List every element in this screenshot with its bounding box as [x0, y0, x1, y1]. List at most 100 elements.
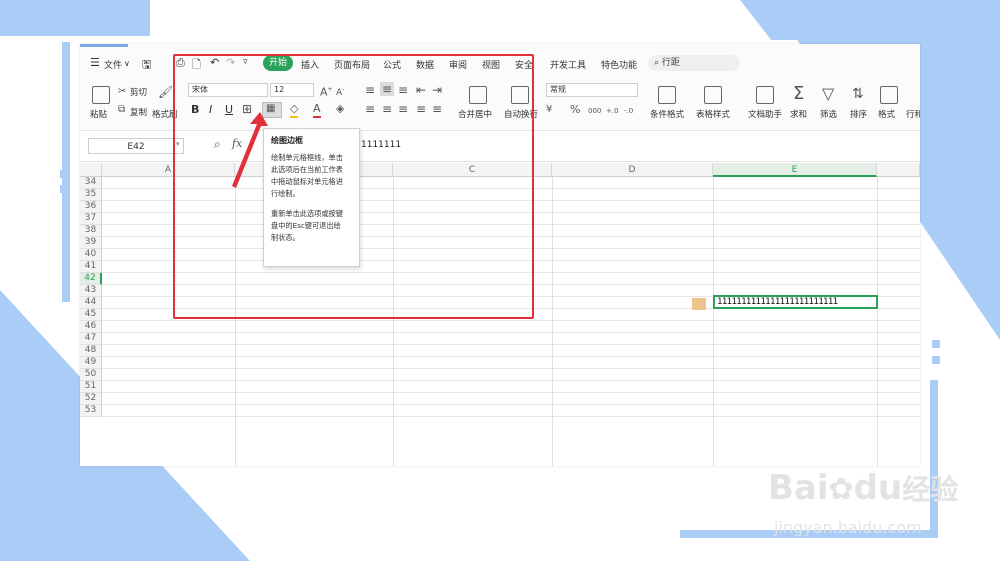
row-header[interactable]: 45	[80, 309, 102, 321]
row-header[interactable]: 39	[80, 237, 102, 249]
row-line	[102, 368, 920, 369]
deco-square-2	[60, 185, 68, 193]
tooltip-line: 制状态。	[271, 233, 300, 242]
deco-square-1	[60, 170, 68, 178]
watermark-du: du	[853, 468, 903, 508]
number-format-select[interactable]: 常规	[546, 83, 638, 97]
row-header[interactable]: 50	[80, 369, 102, 381]
tooltip-line: 重新单击此选项或按键	[271, 209, 343, 218]
autofill-option-icon[interactable]	[692, 298, 706, 310]
paste-button[interactable]: 粘贴	[90, 108, 107, 120]
deco-square-4	[932, 356, 940, 364]
currency-icon[interactable]: ¥	[546, 103, 552, 117]
selected-cell-e42[interactable]: 1111111111111111111111111	[713, 295, 878, 309]
row-header[interactable]: 43	[80, 285, 102, 297]
format-button[interactable]: 格式	[878, 108, 895, 120]
command-search[interactable]: ⌕ 行距	[648, 55, 740, 71]
deco-square-3	[932, 340, 940, 348]
row-header[interactable]: 42	[80, 273, 102, 285]
tooltip-line: 行绘制。	[271, 189, 300, 198]
row-line	[102, 416, 920, 417]
table-style-button[interactable]: 表格样式	[696, 108, 730, 120]
hamburger-icon[interactable]: ☰	[90, 56, 100, 69]
tooltip-title: 绘图边框	[271, 136, 303, 145]
rowcol-button[interactable]: 行和	[906, 108, 920, 120]
deco-right-bar	[930, 380, 938, 538]
spreadsheet-window: ☰ 文件 ∨ 🖫 ⎙ 🗋 ↶ ↷ ▿ 开始 插入 页面布局 公式 数据 审阅 视…	[80, 44, 920, 466]
chevron-down-icon[interactable]: ∨	[124, 59, 130, 68]
percent-button[interactable]: %	[570, 103, 580, 117]
column-header-d[interactable]: D	[552, 163, 713, 177]
col-line	[552, 177, 553, 466]
thousands-button[interactable]: 000	[588, 104, 601, 118]
column-header-e[interactable]: E	[713, 163, 877, 177]
sum-button[interactable]: 求和	[790, 108, 807, 120]
corner-header[interactable]	[80, 163, 102, 177]
copy-button[interactable]: 复制	[130, 106, 147, 118]
name-box[interactable]: E42	[88, 138, 184, 154]
sort-icon[interactable]: ⇅	[852, 84, 864, 104]
cut-icon[interactable]: ✂	[118, 85, 126, 99]
table-style-icon[interactable]	[704, 86, 722, 104]
conditional-format-button[interactable]: 条件格式	[650, 108, 684, 120]
doc-helper-icon[interactable]	[756, 86, 774, 104]
deco-top-left-band	[0, 0, 150, 36]
row-line	[102, 356, 920, 357]
row-header[interactable]: 41	[80, 261, 102, 273]
cut-button[interactable]: 剪切	[130, 86, 147, 98]
cell-e42-value: 1111111111111111111111111	[717, 297, 838, 307]
save-icon[interactable]: 🖫	[142, 56, 151, 75]
row-header[interactable]: 53	[80, 405, 102, 417]
row-header[interactable]: 36	[80, 201, 102, 213]
row-line	[102, 320, 920, 321]
filter-button[interactable]: 筛选	[820, 108, 837, 120]
doc-helper-button[interactable]: 文档助手	[748, 108, 782, 120]
row-header[interactable]: 38	[80, 225, 102, 237]
row-line	[102, 332, 920, 333]
tab-special[interactable]: 特色功能	[601, 58, 637, 71]
sum-icon[interactable]: Σ	[793, 84, 804, 104]
sort-button[interactable]: 排序	[850, 108, 867, 120]
row-header[interactable]: 48	[80, 345, 102, 357]
row-header[interactable]: 37	[80, 213, 102, 225]
row-header[interactable]: 46	[80, 321, 102, 333]
row-line	[102, 380, 920, 381]
paste-icon[interactable]	[92, 86, 110, 104]
row-line	[102, 404, 920, 405]
col-line	[877, 177, 878, 466]
watermark-url: jingyan.baidu.com	[774, 518, 922, 537]
file-menu[interactable]: 文件	[104, 58, 122, 71]
tooltip-line: 中拖动鼠标对单元格进	[271, 177, 343, 186]
baidu-watermark: Bai✿du经验	[768, 468, 958, 508]
tooltip-line: 盘中的Esc键可退出绘	[271, 221, 341, 230]
tab-developer[interactable]: 开发工具	[550, 58, 586, 71]
row-header[interactable]: 35	[80, 189, 102, 201]
row-header[interactable]: 51	[80, 381, 102, 393]
search-text: 行距	[661, 58, 680, 68]
tooltip-line: 此选项后在当前工作表	[271, 165, 343, 174]
tooltip-line: 绘制单元格框线，单击	[271, 153, 343, 162]
row-header[interactable]: 44	[80, 297, 102, 309]
conditional-format-icon[interactable]	[658, 86, 676, 104]
format-painter-icon[interactable]: 🖌	[158, 85, 173, 99]
row-header[interactable]: 47	[80, 333, 102, 345]
active-tab-indicator	[80, 44, 128, 47]
format-icon[interactable]	[880, 86, 898, 104]
col-line	[713, 177, 714, 466]
row-header[interactable]: 52	[80, 393, 102, 405]
row-line	[102, 344, 920, 345]
decimal-increase-icon[interactable]: +.0	[606, 104, 619, 118]
watermark-jingyan: 经验	[902, 473, 959, 506]
paw-icon: ✿	[828, 472, 854, 507]
tooltip-spacer	[271, 200, 352, 208]
watermark-bai: Bai	[768, 468, 829, 508]
column-header-f[interactable]	[877, 163, 920, 177]
copy-icon[interactable]: ⧉	[118, 103, 125, 117]
row-header[interactable]: 34	[80, 177, 102, 189]
row-line	[102, 392, 920, 393]
row-header[interactable]: 49	[80, 357, 102, 369]
filter-icon[interactable]: ▽	[822, 84, 834, 104]
search-icon: ⌕	[654, 58, 662, 68]
decimal-decrease-icon[interactable]: -.0	[624, 104, 633, 118]
row-header[interactable]: 40	[80, 249, 102, 261]
